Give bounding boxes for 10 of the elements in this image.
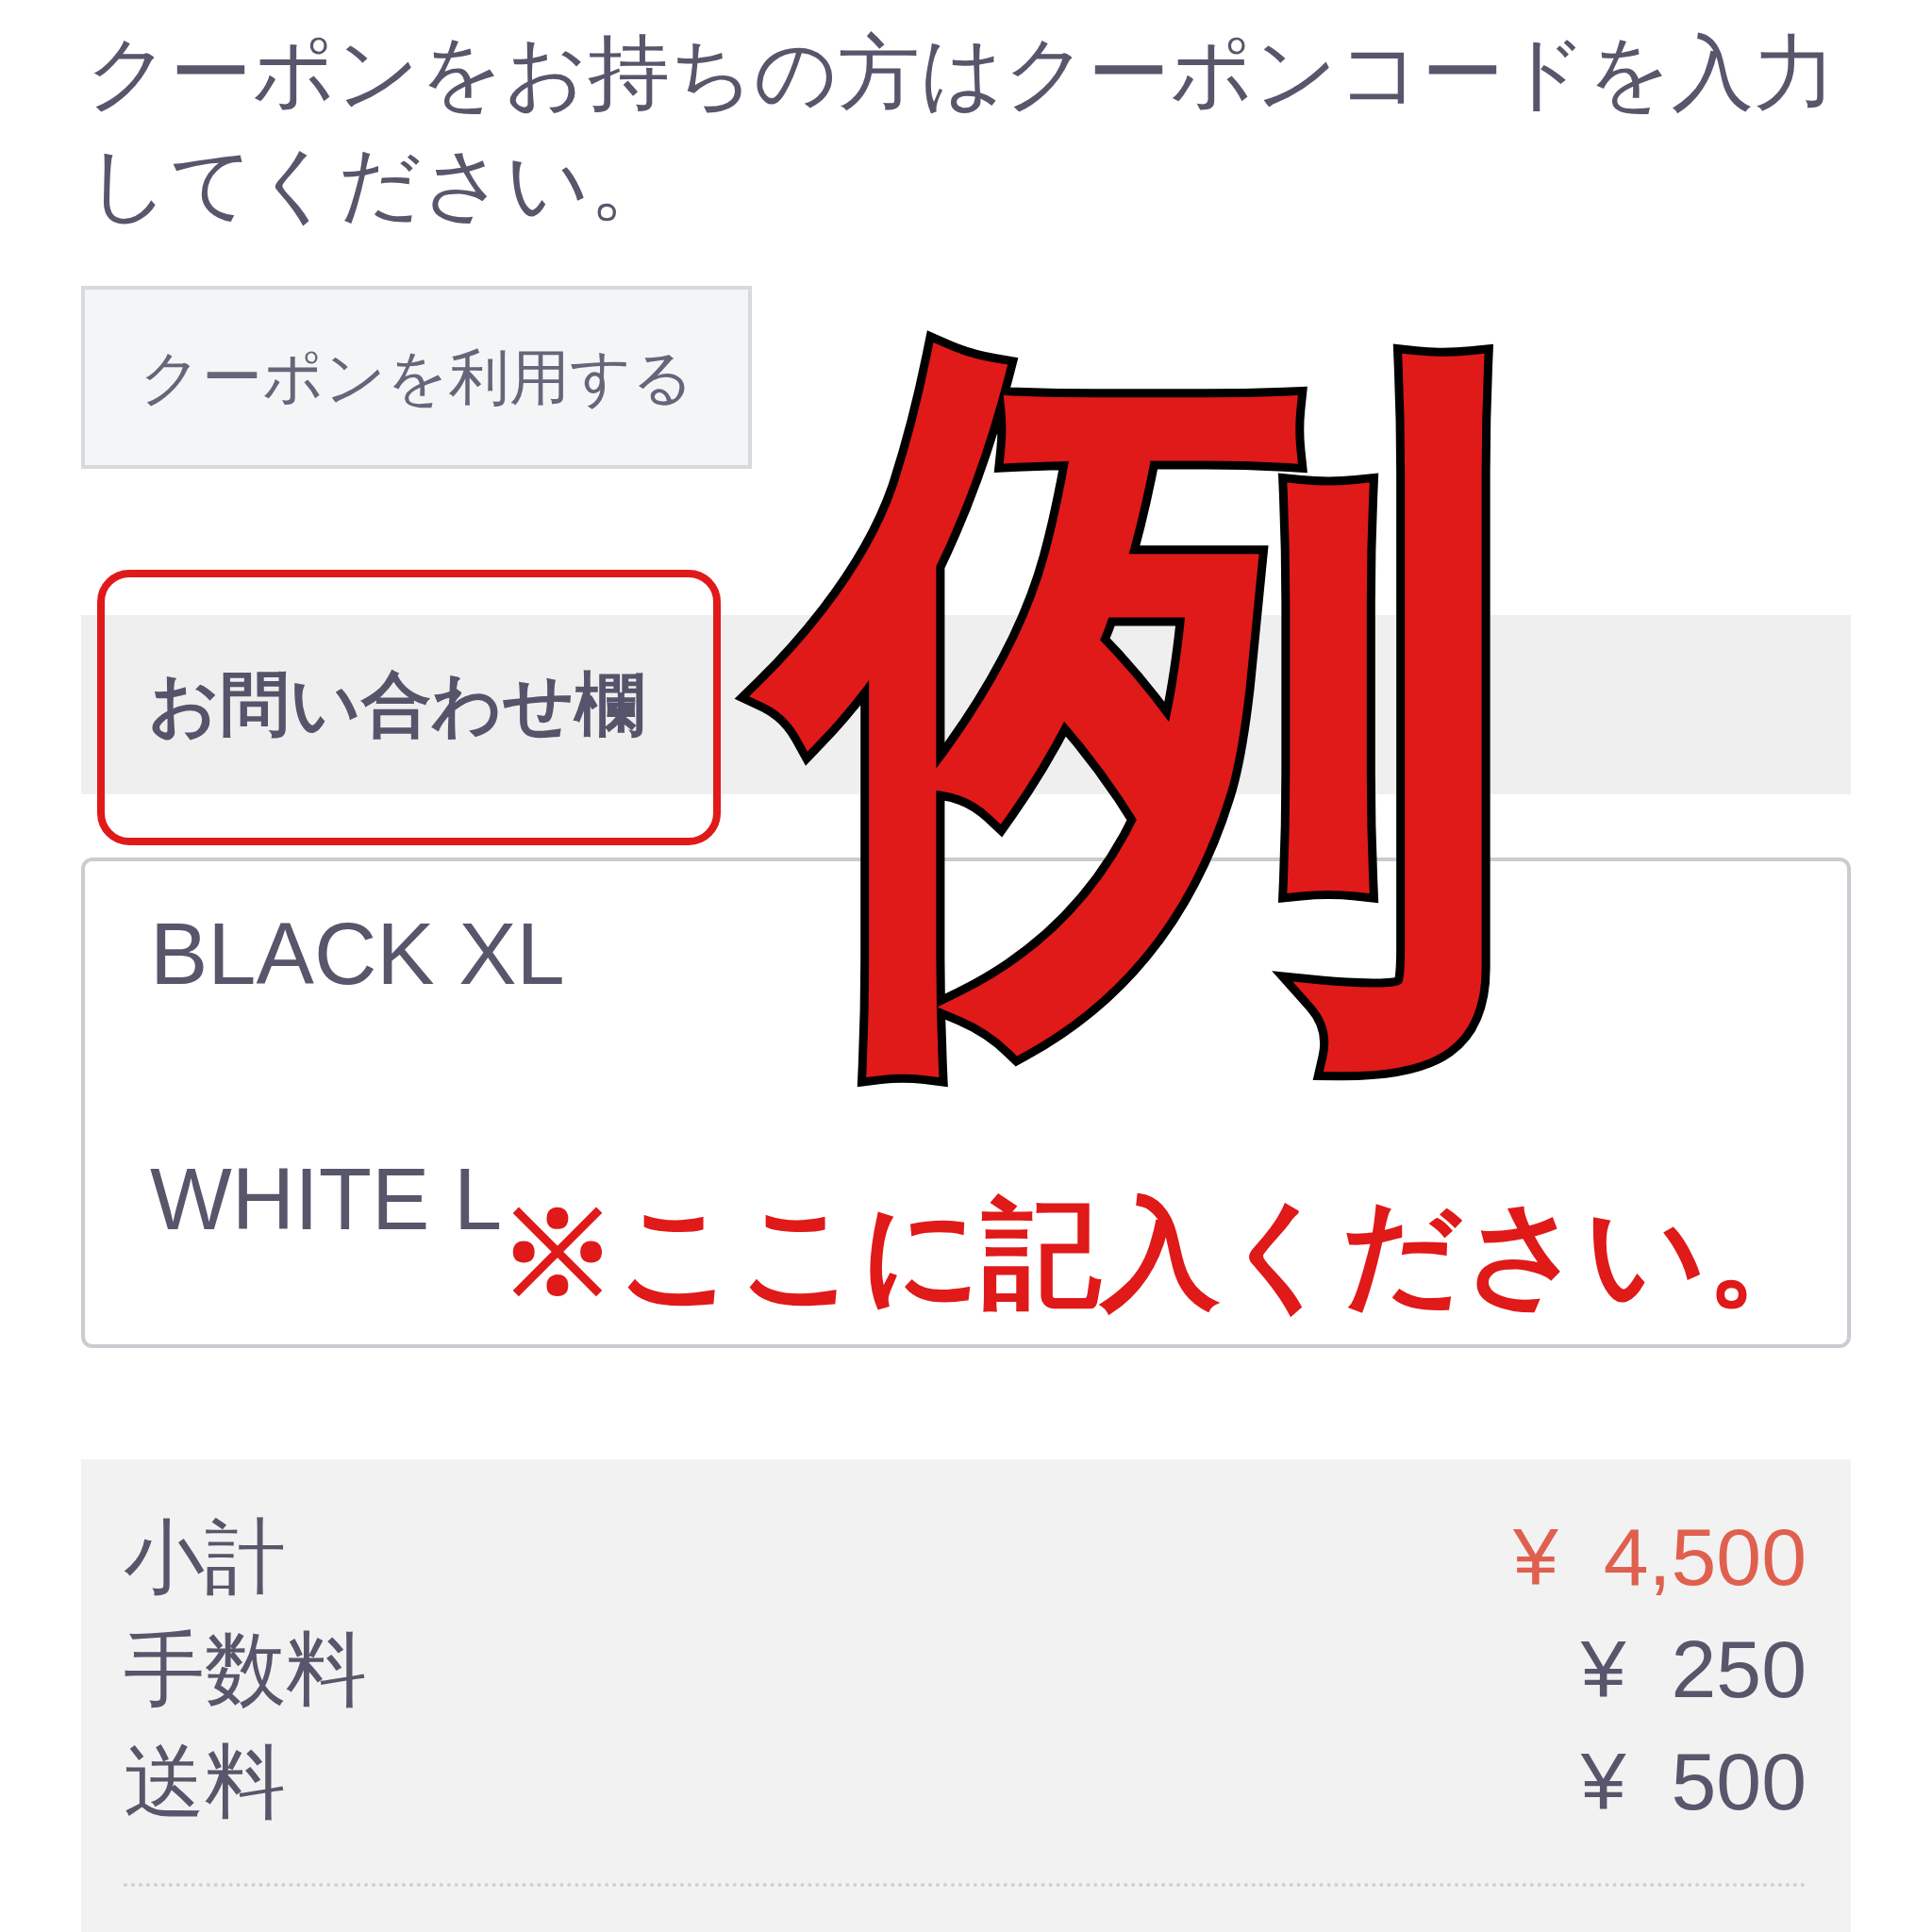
coupon-instruction: クーポンをお持ちの方はクーポンコードを入力してください。 <box>86 25 1837 231</box>
summary-amount: ¥ 250 <box>1580 1622 1807 1716</box>
summary-label: 送料 <box>124 1734 286 1828</box>
summary-label: 小計 <box>124 1509 286 1604</box>
use-coupon-button[interactable]: クーポンを利用する <box>81 286 752 469</box>
section-label: お問い合わせ欄 <box>148 663 644 745</box>
summary-label: 手数料 <box>124 1622 367 1716</box>
summary-amount: ¥ 500 <box>1580 1734 1807 1828</box>
summary-amount: ¥ 4,500 <box>1513 1509 1807 1604</box>
annotation-note: ※ここに記入ください。 <box>498 1187 1825 1322</box>
